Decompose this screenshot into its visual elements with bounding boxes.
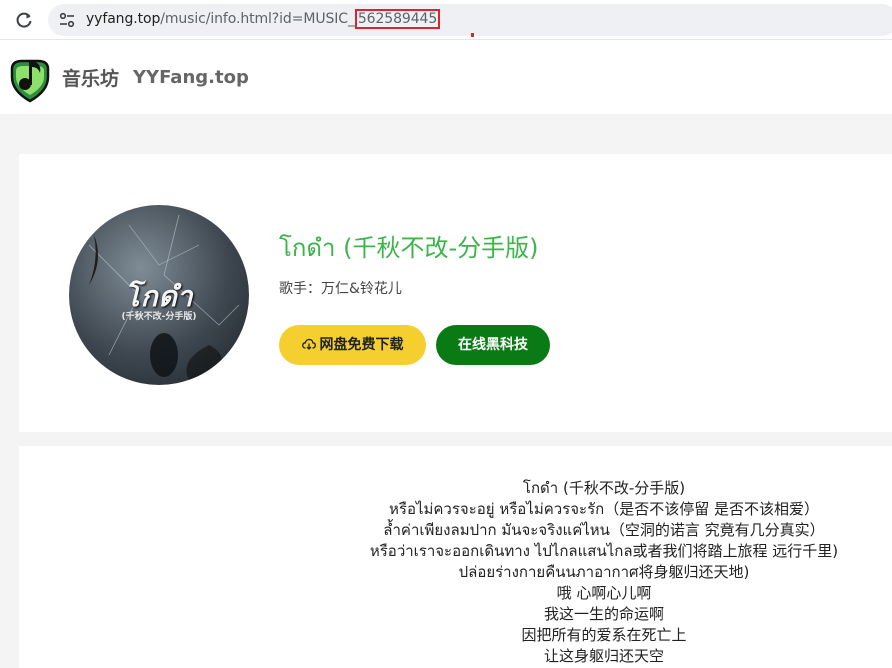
red-marker bbox=[471, 33, 474, 37]
singer-name[interactable]: 万仁&铃花儿 bbox=[321, 281, 402, 297]
cloud-download-icon bbox=[301, 338, 316, 350]
lyric-line: 哦 心啊心儿啊 bbox=[556, 584, 652, 602]
lyrics-block: โกดำ (千秋不改-分手版) หรือไม่ควรจะอยู่ หรือไม่… bbox=[19, 478, 892, 667]
site-domain[interactable]: YYFang.top bbox=[133, 67, 249, 88]
album-cover: โกดำ (千秋不改-分手版) bbox=[69, 205, 249, 385]
site-name[interactable]: 音乐坊 bbox=[62, 64, 119, 91]
lyric-line: ปล่อยร่างกายคืนนภาอากาศ将身躯归还天地) bbox=[458, 563, 750, 581]
site-info-icon[interactable] bbox=[58, 11, 76, 29]
lyric-line: 让这身躯归还天空 bbox=[543, 647, 664, 665]
url-id-highlight: 562589445 bbox=[354, 9, 441, 29]
url-domain: yyfang.top bbox=[86, 11, 161, 27]
lyric-line: หรือว่าเราจะออกเดินทาง ไปไกลแสนไกล或者我们将踏… bbox=[369, 542, 839, 560]
lyric-line: โกดำ (千秋不改-分手版) bbox=[522, 479, 686, 497]
lyric-line: 因把所有的爱系在死亡上 bbox=[521, 626, 687, 644]
singer-label: 歌手： bbox=[279, 281, 321, 297]
url-text: yyfang.top/music/info.html?id=MUSIC_ 5625… bbox=[86, 9, 441, 29]
song-info-card: โกดำ (千秋不改-分手版) โกดำ (千秋不改-分手版) 歌手：万仁&铃花… bbox=[19, 154, 892, 432]
cover-subtitle: (千秋不改-分手版) bbox=[121, 312, 197, 322]
download-button[interactable]: 网盘免费下载 bbox=[279, 325, 426, 365]
site-header: 音乐坊 YYFang.top bbox=[0, 40, 892, 114]
address-bar[interactable]: yyfang.top/music/info.html?id=MUSIC_ 5625… bbox=[48, 4, 892, 36]
reload-icon[interactable] bbox=[14, 10, 34, 30]
browser-toolbar: yyfang.top/music/info.html?id=MUSIC_ 5625… bbox=[0, 0, 892, 40]
lyric-line: 我这一生的命运啊 bbox=[543, 605, 664, 623]
lyric-line: ล้ำค่าเพียงลมปาก มันจะจริงแค่ไหน（空洞的诺言 究… bbox=[383, 521, 825, 539]
lyric-line: หรือไม่ควรจะอยู่ หรือไม่ควรจะรัก（是否不该停留 … bbox=[389, 500, 819, 518]
online-button[interactable]: 在线黑科技 bbox=[436, 325, 550, 365]
song-title: โกดำ (千秋不改-分手版) bbox=[279, 234, 539, 262]
lyrics-card: โกดำ (千秋不改-分手版) หรือไม่ควรจะอยู่ หรือไม่… bbox=[19, 446, 892, 668]
singer-row: 歌手：万仁&铃花儿 bbox=[279, 278, 402, 298]
download-button-label: 网盘免费下载 bbox=[319, 337, 404, 353]
music-note-logo-icon[interactable] bbox=[8, 55, 52, 103]
url-path: /music/info.html?id=MUSIC_ bbox=[160, 11, 355, 27]
